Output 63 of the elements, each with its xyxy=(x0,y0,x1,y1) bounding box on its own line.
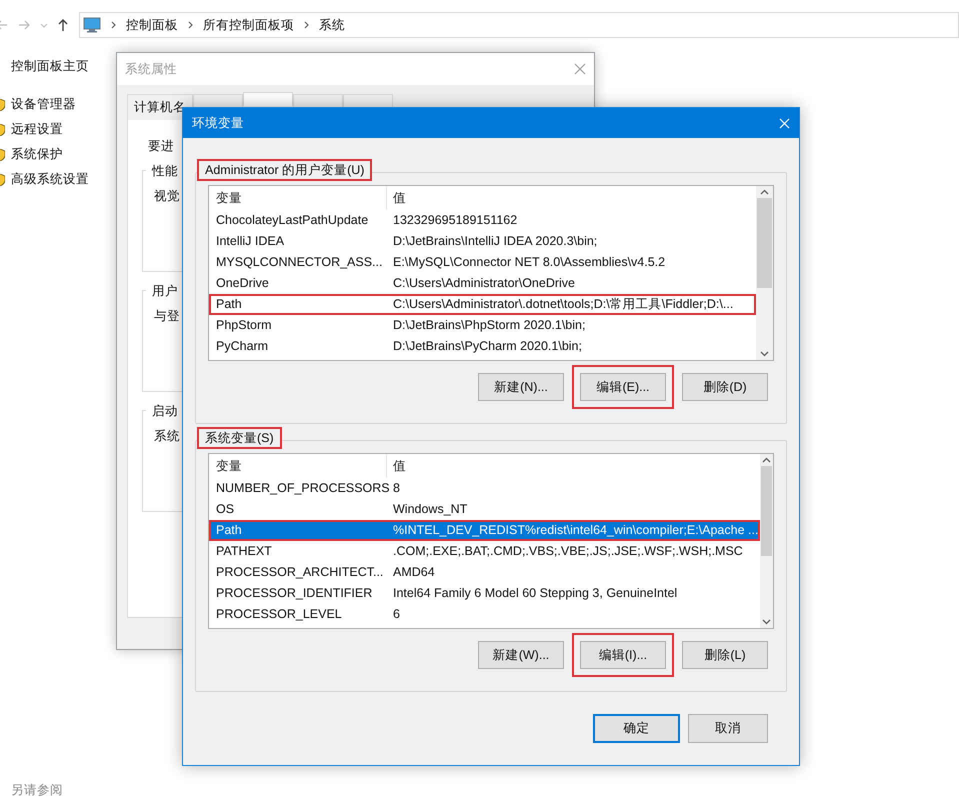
tab[interactable] xyxy=(293,94,343,108)
variable-row[interactable]: MYSQLCONNECTOR_ASS... E:\MySQL\Connector NET 8.0\Assemblies\v4.5.2 xyxy=(209,252,756,273)
sidebar-link[interactable]: 系统保护 xyxy=(11,145,63,164)
variable-row[interactable]: OS Windows_NT xyxy=(209,499,760,520)
variable-row[interactable]: NUMBER_OF_PROCESSORS 8 xyxy=(209,478,760,499)
scroll-down-icon[interactable] xyxy=(760,351,769,357)
cancel-button[interactable]: 取消 xyxy=(688,714,768,743)
variable-row[interactable]: PROCESSOR_IDENTIFIER Intel64 Family 6 Model 60 Stepping 3, GenuineIntel xyxy=(209,583,760,604)
dialog-button[interactable]: 删除(L) xyxy=(682,641,768,669)
variable-row[interactable]: Path %INTEL_DEV_REDIST%redist\intel64_win\compiler;E:\Apache ... xyxy=(209,520,760,541)
variable-row[interactable]: PROCESSOR_LEVEL 6 xyxy=(209,604,760,625)
variable-row[interactable]: PROCESSOR_ARCHITECT... AMD64 xyxy=(209,562,760,583)
sidebar-link[interactable]: 控制面板主页 xyxy=(11,57,89,77)
see-also-heading: 另请参阅 xyxy=(11,782,63,799)
variable-row[interactable]: ChocolateyLastPathUpdate 132329695189151162 xyxy=(209,210,756,231)
tab[interactable] xyxy=(343,94,393,108)
group-text: 系统 xyxy=(154,428,180,443)
column-header[interactable]: 变量 xyxy=(209,454,387,478)
dialog-button[interactable]: 删除(D) xyxy=(682,373,768,401)
close-icon[interactable] xyxy=(574,63,586,75)
dialog-button[interactable]: 编辑(I)... xyxy=(572,633,674,677)
variable-row[interactable]: IntelliJ IDEA D:\JetBrains\IntelliJ IDEA 2020.3\bin; xyxy=(209,231,756,252)
breadcrumb[interactable]: 所有控制面板项 xyxy=(203,16,294,34)
column-header[interactable]: 变量 xyxy=(209,186,387,210)
scroll-thumb[interactable] xyxy=(757,198,772,288)
section-label: Administrator 的用户变量(U) xyxy=(197,159,372,181)
sidebar-link[interactable]: 设备管理器 xyxy=(11,95,76,114)
column-header[interactable]: 值 xyxy=(387,186,756,210)
ok-button[interactable]: 确定 xyxy=(593,714,680,743)
forward-icon[interactable] xyxy=(18,20,30,30)
window-title: 环境变量 xyxy=(192,114,244,132)
dialog-button[interactable]: 编辑(E)... xyxy=(572,365,674,409)
description-text: 要进 xyxy=(148,139,174,153)
scroll-up-icon[interactable] xyxy=(762,457,772,463)
scroll-thumb[interactable] xyxy=(761,466,772,556)
column-header[interactable]: 值 xyxy=(387,454,760,478)
chevron-icon xyxy=(188,21,193,29)
chevron-icon xyxy=(111,21,116,29)
scrollbar[interactable] xyxy=(760,454,773,628)
group-text: 视觉 xyxy=(154,188,180,203)
variable-row[interactable]: PATHEXT .COM;.EXE;.BAT;.CMD;.VBS;.VBE;.JS;.JSE;.WSF;.WSH;.MSC xyxy=(209,541,760,562)
dropdown-icon[interactable] xyxy=(40,22,48,28)
group-text: 与登 xyxy=(154,308,180,323)
variable-row[interactable]: OneDrive C:\Users\Administrator\OneDrive xyxy=(209,273,756,294)
sidebar-link[interactable]: 高级系统设置 xyxy=(11,170,89,189)
chevron-icon xyxy=(304,21,309,29)
variable-row[interactable]: PhpStorm D:\JetBrains\PhpStorm 2020.1\bin; xyxy=(209,315,756,336)
section-label: 系统变量(S) xyxy=(197,427,282,449)
breadcrumb[interactable]: 系统 xyxy=(319,16,345,34)
sidebar-link[interactable]: 远程设置 xyxy=(11,120,63,139)
address-bar[interactable]: 控制面板 所有控制面板项 系统 xyxy=(79,12,959,38)
scrollbar[interactable] xyxy=(756,186,773,360)
up-icon[interactable] xyxy=(58,19,68,31)
dialog-button[interactable]: 新建(W)... xyxy=(478,641,564,669)
breadcrumb[interactable]: 控制面板 xyxy=(126,16,178,34)
window-title: 系统属性 xyxy=(125,60,177,78)
tab[interactable] xyxy=(193,94,243,108)
variable-row[interactable]: Path C:\Users\Administrator\.dotnet\tools;D:\常用工具\Fiddler;D:\... xyxy=(209,294,756,315)
dialog-button[interactable]: 新建(N)... xyxy=(478,373,564,401)
variable-row[interactable]: PyCharm D:\JetBrains\PyCharm 2020.1\bin; xyxy=(209,336,756,357)
scroll-up-icon[interactable] xyxy=(760,189,769,195)
scroll-down-icon[interactable] xyxy=(762,619,772,625)
computer-icon xyxy=(83,17,101,33)
